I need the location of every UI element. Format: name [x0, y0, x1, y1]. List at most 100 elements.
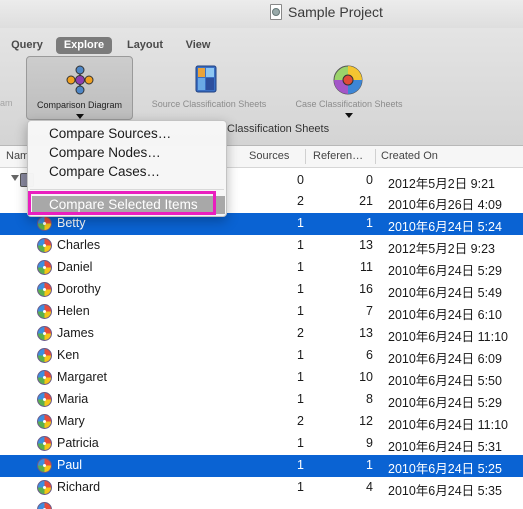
- table-row[interactable]: Dorothy 1 16 2010年6月24日 5:49: [0, 279, 523, 301]
- cell-references: 4: [366, 480, 373, 494]
- case-icon: [37, 458, 52, 473]
- cell-name: Betty: [57, 216, 86, 230]
- cell-references: 1: [366, 458, 373, 472]
- case-icon: [37, 480, 52, 495]
- case-icon: [37, 216, 52, 231]
- cell-references: 0: [366, 173, 373, 187]
- case-icon: [37, 326, 52, 341]
- table-row[interactable]: Richard 1 4 2010年6月24日 5:35: [0, 477, 523, 499]
- menu-separator: [30, 189, 224, 190]
- case-icon: [37, 502, 52, 509]
- highlight-annotation-box: [28, 191, 216, 215]
- cell-references: 9: [366, 436, 373, 450]
- cell-sources: 2: [297, 414, 304, 428]
- cell-sources: 1: [297, 282, 304, 296]
- cell-sources: 1: [297, 436, 304, 450]
- cell-name: Mary: [57, 414, 85, 428]
- cell-created-on: 2012年5月2日 9:21: [388, 177, 496, 191]
- table-row-partial[interactable]: [0, 499, 523, 509]
- case-icon: [37, 348, 52, 363]
- source-classification-icon: [195, 65, 217, 93]
- cell-created-on: 2010年6月24日 5:35: [388, 484, 502, 498]
- cell-created-on: 2010年6月26日 4:09: [388, 198, 502, 212]
- cell-name: Charles: [57, 238, 101, 252]
- cell-references: 12: [359, 414, 373, 428]
- cell-created-on: 2010年6月24日 6:09: [388, 352, 502, 366]
- case-icon: [37, 238, 52, 253]
- cell-sources: 1: [297, 260, 304, 274]
- cell-sources: 1: [297, 458, 304, 472]
- menu-item-compare-sources[interactable]: Compare Sources…: [49, 126, 171, 141]
- cell-references: 7: [366, 304, 373, 318]
- table-row[interactable]: James 2 13 2010年6月24日 11:10: [0, 323, 523, 345]
- tab-explore[interactable]: Explore: [56, 37, 112, 54]
- cell-created-on: 2010年6月24日 5:31: [388, 440, 502, 454]
- cell-references: 13: [359, 326, 373, 340]
- tab-layout[interactable]: Layout: [122, 37, 168, 54]
- chevron-down-icon: [345, 113, 353, 118]
- case-classification-button[interactable]: Case Classification Sheets: [287, 56, 411, 120]
- chevron-down-icon: [76, 114, 84, 119]
- table-row[interactable]: Patricia 1 9 2010年6月24日 5:31: [0, 433, 523, 455]
- cell-name: James: [57, 326, 94, 340]
- table-row[interactable]: Charles 1 13 2012年5月2日 9:23: [0, 235, 523, 257]
- cell-references: 13: [359, 238, 373, 252]
- cell-sources: 0: [297, 173, 304, 187]
- comparison-diagram-icon: [66, 65, 94, 95]
- case-icon: [37, 304, 52, 319]
- tab-view[interactable]: View: [178, 37, 218, 54]
- window-title-group: Sample Project: [270, 4, 383, 20]
- cell-references: 16: [359, 282, 373, 296]
- cell-sources: 2: [297, 326, 304, 340]
- case-icon: [37, 282, 52, 297]
- case-icon: [37, 260, 52, 275]
- table-row[interactable]: Daniel 1 11 2010年6月24日 5:29: [0, 257, 523, 279]
- table-row[interactable]: Helen 1 7 2010年6月24日 6:10: [0, 301, 523, 323]
- source-classification-button[interactable]: Source Classification Sheets: [145, 56, 273, 120]
- cell-created-on: 2010年6月24日 5:50: [388, 374, 502, 388]
- cell-references: 8: [366, 392, 373, 406]
- cell-name: Ken: [57, 348, 80, 362]
- tab-query[interactable]: Query: [8, 37, 46, 54]
- partial-ribbon-label: am: [0, 98, 13, 108]
- case-icon: [37, 414, 52, 429]
- case-classification-icon: [333, 65, 363, 95]
- source-classification-label: Source Classification Sheets: [151, 99, 267, 109]
- menu-item-compare-nodes[interactable]: Compare Nodes…: [49, 145, 161, 160]
- menu-item-compare-cases[interactable]: Compare Cases…: [49, 164, 160, 179]
- column-divider[interactable]: [305, 149, 306, 164]
- cell-created-on: 2010年6月24日 5:24: [388, 220, 502, 234]
- column-header-name[interactable]: Nam: [6, 150, 29, 162]
- column-header-sources[interactable]: Sources: [249, 150, 289, 162]
- cell-sources: 1: [297, 370, 304, 384]
- cell-sources: 1: [297, 480, 304, 494]
- case-classification-label: Case Classification Sheets: [295, 99, 403, 109]
- cell-sources: 1: [297, 238, 304, 252]
- cell-sources: 1: [297, 216, 304, 230]
- table-row[interactable]: Maria 1 8 2010年6月24日 5:29: [0, 389, 523, 411]
- title-bar: Sample Project: [0, 0, 523, 28]
- cell-created-on: 2010年6月24日 5:49: [388, 286, 502, 300]
- cell-created-on: 2010年6月24日 11:10: [388, 418, 508, 432]
- cell-references: 21: [359, 194, 373, 208]
- cell-name: Helen: [57, 304, 90, 318]
- comparison-diagram-button[interactable]: Comparison Diagram: [26, 56, 133, 120]
- cell-created-on: 2010年6月24日 6:10: [388, 308, 502, 322]
- table-row[interactable]: Mary 2 12 2010年6月24日 11:10: [0, 411, 523, 433]
- cell-sources: 2: [297, 194, 304, 208]
- case-icon: [37, 370, 52, 385]
- table-row[interactable]: Paul 1 1 2010年6月24日 5:25: [0, 455, 523, 477]
- window-title: Sample Project: [288, 4, 383, 20]
- cell-references: 1: [366, 216, 373, 230]
- column-header-created-on[interactable]: Created On: [381, 150, 438, 162]
- cell-references: 11: [360, 260, 373, 274]
- disclosure-triangle-icon[interactable]: [11, 175, 19, 181]
- cell-sources: 1: [297, 348, 304, 362]
- cell-name: Daniel: [57, 260, 93, 274]
- column-header-references[interactable]: Referen…: [313, 150, 363, 162]
- cell-created-on: 2012年5月2日 9:23: [388, 242, 496, 256]
- table-row[interactable]: Margaret 1 10 2010年6月24日 5:50: [0, 367, 523, 389]
- column-divider[interactable]: [375, 149, 376, 164]
- cell-created-on: 2010年6月24日 5:29: [388, 264, 502, 278]
- table-row[interactable]: Ken 1 6 2010年6月24日 6:09: [0, 345, 523, 367]
